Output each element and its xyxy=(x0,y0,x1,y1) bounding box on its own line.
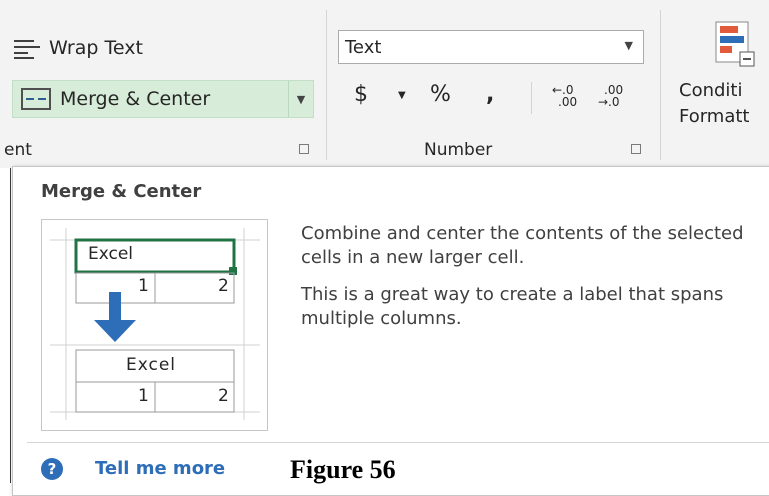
accounting-format-button[interactable]: $ xyxy=(354,82,368,107)
help-icon[interactable]: ? xyxy=(41,458,63,480)
tooltip-divider xyxy=(27,442,769,443)
merge-center-tooltip: Merge & Center Excel 1 2 Excel 1 2 Combi… xyxy=(12,166,769,496)
tooltip-description: Combine and center the contents of the s… xyxy=(301,222,769,344)
decrease-decimal-button[interactable]: .00 →.0 xyxy=(598,84,623,108)
merge-illustration: Excel 1 2 Excel 1 2 xyxy=(41,219,268,431)
tooltip-description-2: This is a great way to create a label th… xyxy=(301,284,724,329)
fill-handle xyxy=(229,267,237,275)
figure-caption: Figure 56 xyxy=(290,455,396,484)
merge-dropdown-arrow-icon[interactable]: ▼ xyxy=(288,81,313,117)
group-divider xyxy=(660,10,661,160)
accounting-dropdown-icon[interactable]: ▼ xyxy=(398,90,406,101)
decrease-decimal-bottom: →.0 xyxy=(598,95,620,109)
number-divider xyxy=(531,82,532,114)
tooltip-title: Merge & Center xyxy=(41,181,202,202)
wrap-text-label: Wrap Text xyxy=(49,37,143,59)
tooltip-description-1: Combine and center the contents of the s… xyxy=(301,223,744,268)
increase-decimal-button[interactable]: ←.0 .00 xyxy=(552,84,577,108)
number-format-value: Text xyxy=(345,36,382,58)
merge-illustration-graphic xyxy=(50,228,260,420)
wrap-text-button[interactable]: Wrap Text xyxy=(14,32,143,64)
tell-me-more-link[interactable]: Tell me more xyxy=(95,458,225,479)
number-format-select[interactable]: Text ▼ xyxy=(338,30,644,64)
merge-center-label: Merge & Center xyxy=(60,88,211,110)
conditional-formatting-label-line1: Conditi xyxy=(679,80,743,101)
wrap-text-icon xyxy=(14,37,40,59)
cell-value-1: 1 xyxy=(138,386,149,406)
cell-value-1: 1 xyxy=(138,276,149,296)
worksheet-edge xyxy=(0,168,11,483)
conditional-formatting-icon[interactable] xyxy=(712,18,756,70)
cell-value-2: 2 xyxy=(218,276,229,296)
cell-value-2: 2 xyxy=(218,386,229,406)
alignment-dialog-launcher-icon[interactable] xyxy=(299,144,309,154)
comma-style-button[interactable]: , xyxy=(486,82,494,107)
ribbon: Wrap Text Merge & Center ▼ ent Text ▼ $ … xyxy=(0,0,769,168)
merged-cell-text: Excel xyxy=(126,355,177,375)
alignment-group-label: ent xyxy=(4,140,32,160)
chevron-down-icon: ▼ xyxy=(624,39,633,52)
merge-center-button[interactable]: Merge & Center ▼ xyxy=(12,80,314,118)
conditional-formatting-button[interactable]: Conditi Formatt xyxy=(679,78,750,130)
excel-cell-text: Excel xyxy=(88,244,134,264)
merge-center-icon xyxy=(21,88,51,110)
number-dialog-launcher-icon[interactable] xyxy=(631,144,641,154)
group-divider xyxy=(326,10,327,160)
conditional-formatting-label-line2: Formatt xyxy=(679,106,750,127)
increase-decimal-bottom: .00 xyxy=(558,95,578,109)
number-group-label: Number xyxy=(424,140,493,160)
percent-style-button[interactable]: % xyxy=(430,82,451,107)
